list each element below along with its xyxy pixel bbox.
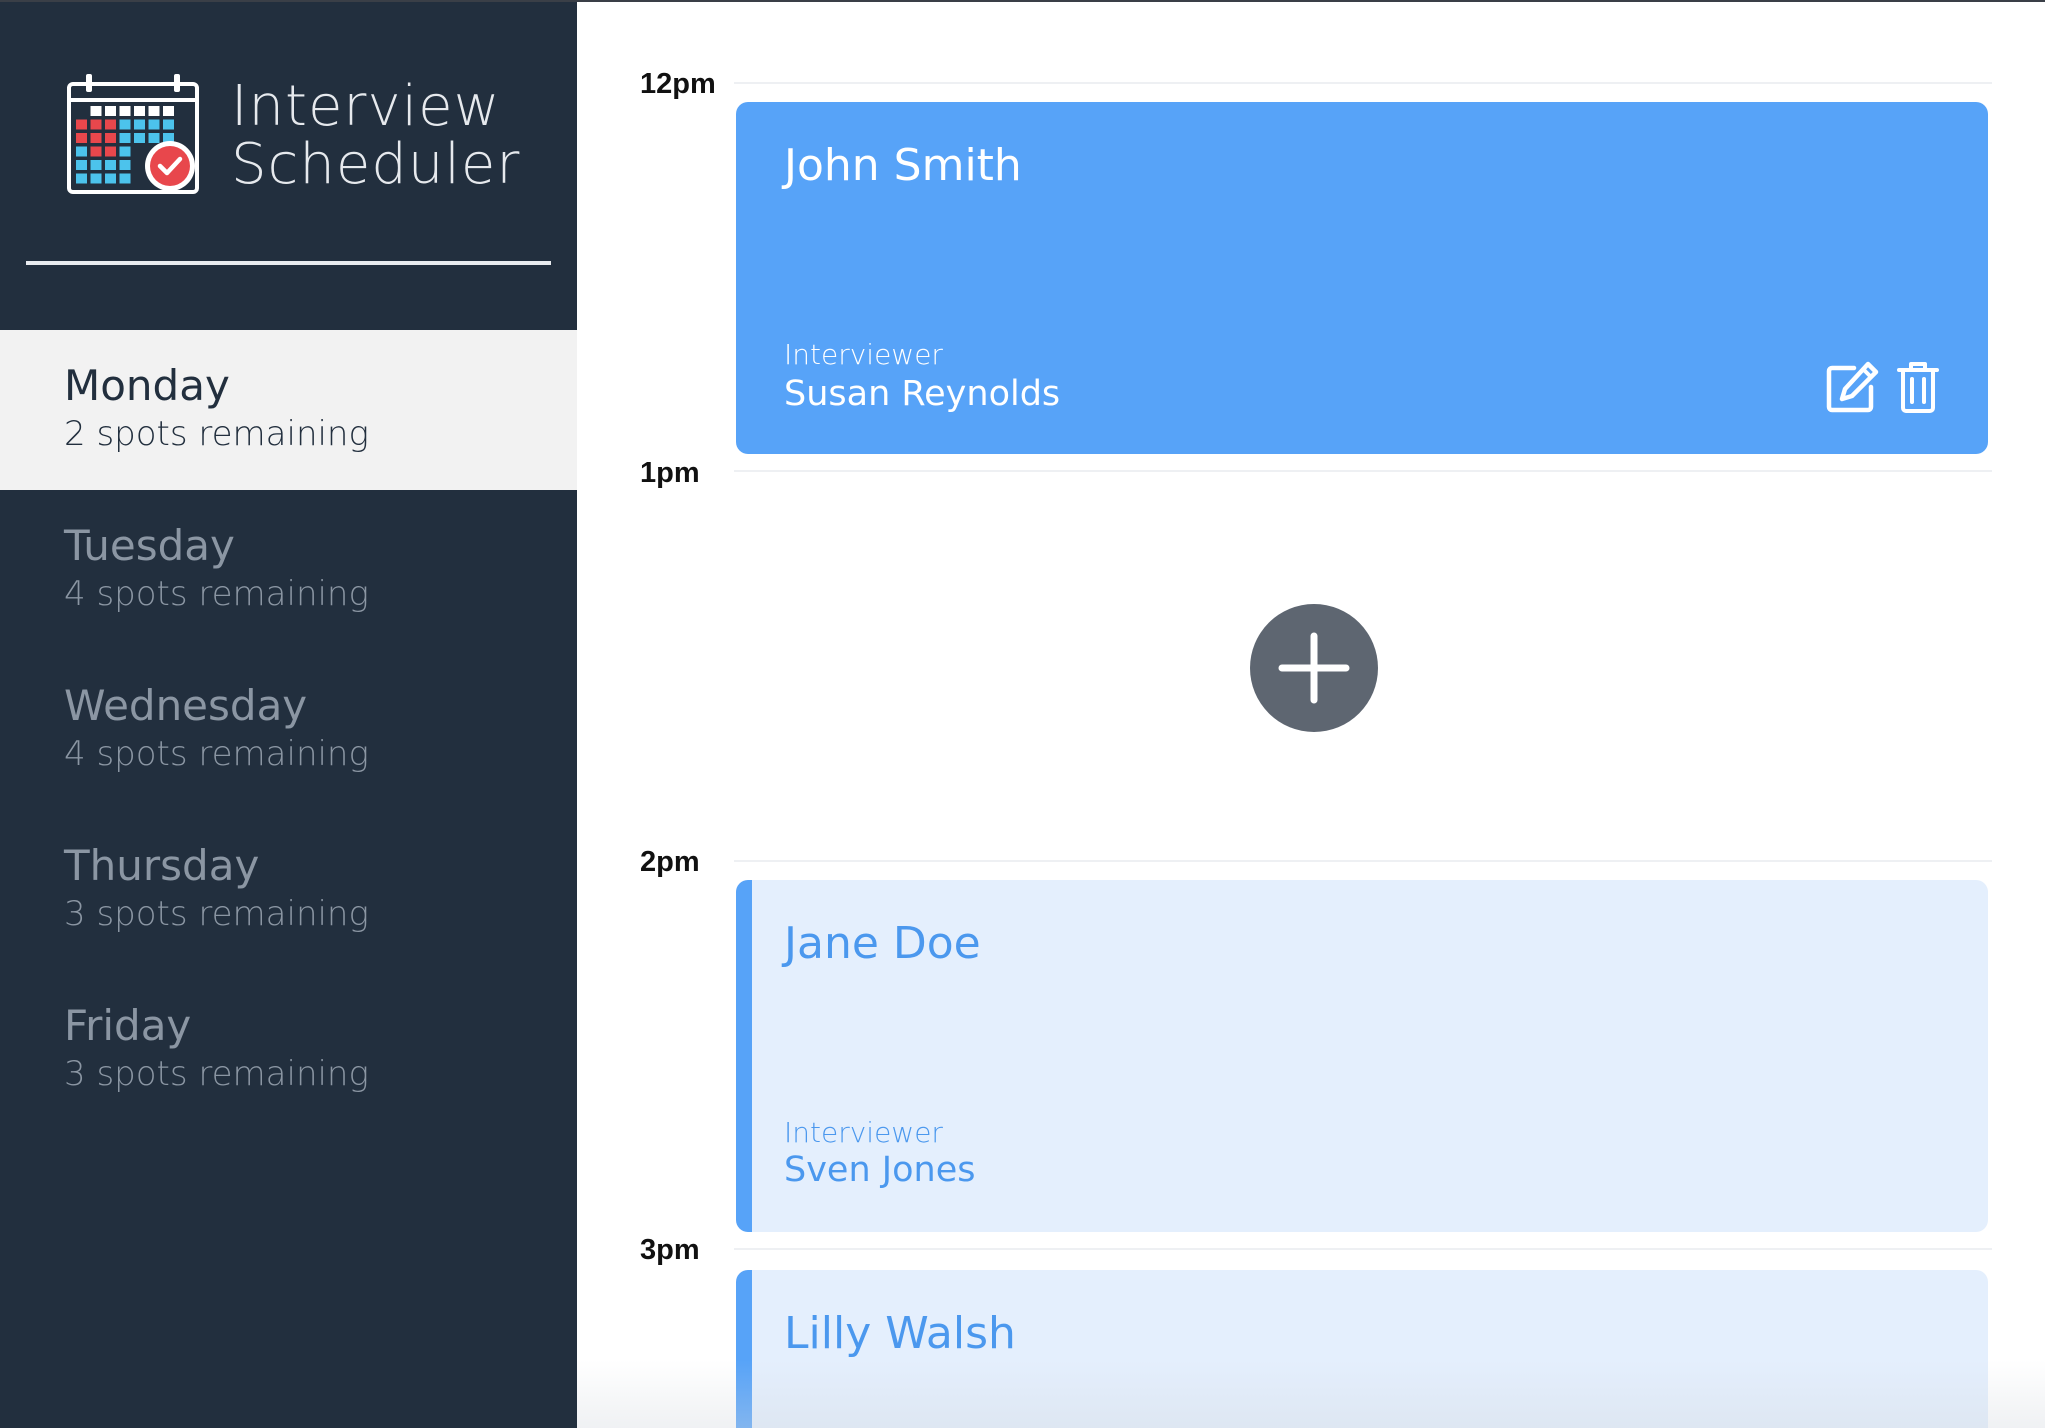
appointment-card[interactable]: Lilly Walsh [736,1270,1988,1428]
day-spots: 2 spots remaining [64,414,369,454]
sidebar-divider [26,261,551,265]
app-title-line1: Interview [231,74,501,139]
hour-label-12pm: 12pm [640,68,716,100]
hour-label-1pm: 1pm [640,457,700,489]
hour-label-3pm: 3pm [640,1234,700,1266]
hour-divider [734,860,1992,862]
appointment-student-name: Jane Doe [784,918,981,969]
logo-grid-cell [148,133,160,143]
day-spots: 3 spots remaining [64,1054,369,1094]
logo-grid-cell [148,119,160,130]
day-list: Monday 2 spots remaining Tuesday 4 spots… [0,330,577,1130]
hour-label-2pm: 2pm [640,846,700,878]
logo-grid-cell [119,173,131,184]
logo-grid-cell [119,146,131,157]
logo-grid-cell [134,106,145,116]
interview-scheduler-app: Interview Scheduler Monday 2 spots remai… [0,0,2045,1428]
logo-grid-cell [76,146,87,157]
hour-divider [734,470,1992,472]
trash-icon[interactable] [1896,360,1940,418]
interviewer-label: Interviewer [784,1116,943,1149]
day-item-monday[interactable]: Monday 2 spots remaining [0,330,577,490]
logo-grid-cell [119,133,131,143]
interviewer-name: Sven Jones [784,1150,976,1190]
logo-grid-cell [105,173,116,184]
hour-divider [734,1248,1992,1250]
schedule: 12pm John Smith Interviewer Susan Reynol… [577,0,2045,1428]
logo-grid-cell [90,133,102,143]
logo-grid-cell [90,173,102,184]
appointment-card[interactable]: Jane Doe Interviewer Sven Jones [736,880,1988,1232]
appointment-student-name: John Smith [784,140,1022,191]
day-name: Thursday [64,841,260,890]
logo-grid-cell [119,106,131,116]
logo-grid-cell [90,160,102,170]
logo-grid-cell [105,119,116,130]
logo-grid-cell [105,133,116,143]
day-name: Friday [64,1001,192,1050]
brand: Interview Scheduler [66,72,526,202]
logo-grid-cell [90,146,102,157]
logo-grid-cell [119,160,131,170]
day-spots: 4 spots remaining [64,574,369,614]
logo-grid-cell [105,160,116,170]
logo-grid-cell [105,146,116,157]
app-title-line2: Scheduler [231,132,521,197]
appointment-card-selected[interactable]: John Smith Interviewer Susan Reynolds [736,102,1988,454]
day-name: Monday [64,361,230,410]
sidebar: Interview Scheduler Monday 2 spots remai… [0,0,577,1428]
logo-grid-cell [76,133,87,143]
day-item-friday[interactable]: Friday 3 spots remaining [0,970,577,1130]
app-title: Interview Scheduler [231,78,520,194]
appointment-student-name: Lilly Walsh [784,1308,1016,1359]
edit-icon[interactable] [1824,360,1880,418]
interviewer-label: Interviewer [784,338,943,371]
add-appointment-button[interactable] [1250,604,1378,732]
day-item-thursday[interactable]: Thursday 3 spots remaining [0,810,577,970]
logo-grid-cell [134,119,145,130]
day-name: Tuesday [64,521,235,570]
logo-grid-cell [148,106,160,116]
plus-icon [1278,632,1350,704]
day-name: Wednesday [64,681,308,730]
appointment-actions [1824,360,1944,414]
logo-grid-cell [134,133,145,143]
logo-grid-cell [105,106,116,116]
day-item-tuesday[interactable]: Tuesday 4 spots remaining [0,490,577,650]
day-item-wednesday[interactable]: Wednesday 4 spots remaining [0,650,577,810]
day-spots: 4 spots remaining [64,734,369,774]
logo-grid-cell [76,119,87,130]
window-top-border [0,0,2045,2]
logo-grid-cell [163,106,174,116]
logo-grid-cell [76,160,87,170]
logo-grid-cell [76,173,87,184]
logo-grid-cell [90,106,102,116]
logo-grid-cell [90,119,102,130]
interviewer-name: Susan Reynolds [784,374,1061,414]
logo-grid-cell [119,119,131,130]
day-spots: 3 spots remaining [64,894,369,934]
logo-grid-cell [163,119,174,130]
hour-divider [734,82,1992,84]
calendar-check-icon [67,74,199,194]
